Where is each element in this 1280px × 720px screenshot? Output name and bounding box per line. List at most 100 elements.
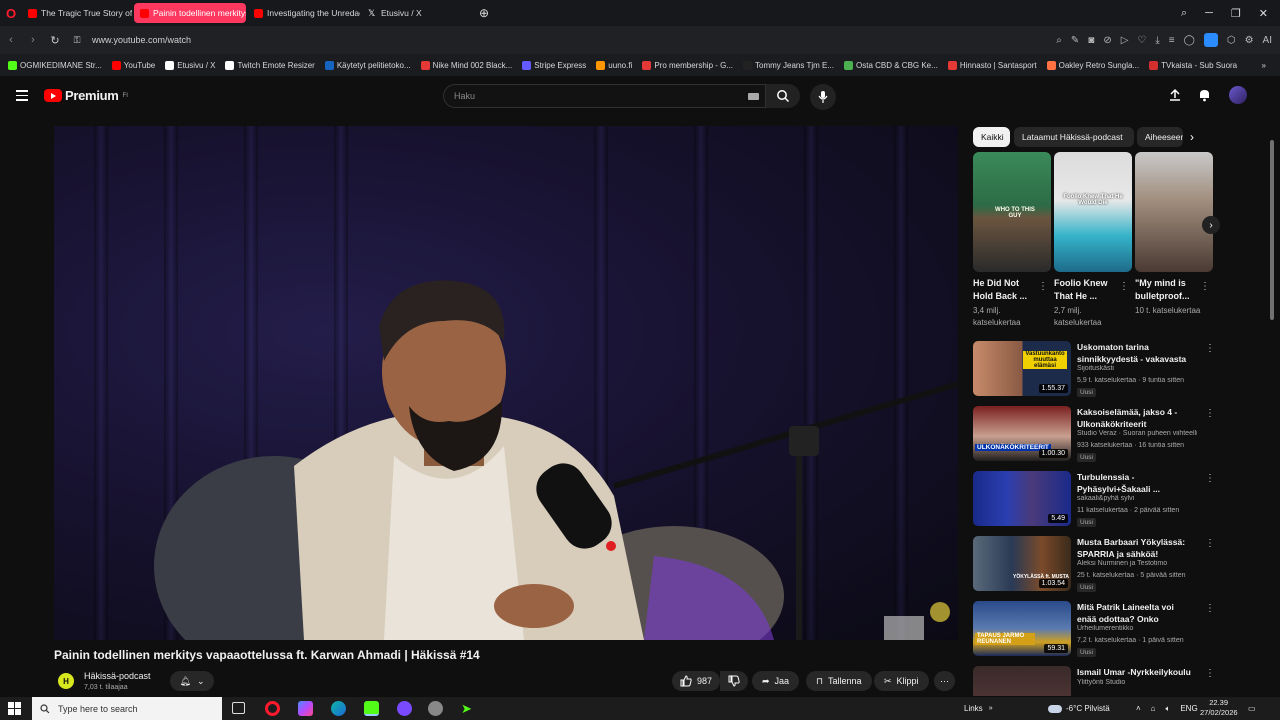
extension-icon[interactable] — [1203, 33, 1218, 47]
opera-logo-icon[interactable]: O — [0, 0, 22, 26]
video-thumbnail[interactable] — [973, 666, 1071, 696]
bookmark-item[interactable]: Käytetyt pelitietoko... — [324, 60, 411, 70]
more-vertical-icon[interactable]: ⋮ — [1205, 343, 1215, 354]
app-taskbar-icon[interactable] — [298, 701, 313, 716]
list-item[interactable]: YÖKYLÄSSÄ ft. MUSTA 1.03.54 Musta Barbaa… — [973, 536, 1215, 594]
voice-search-button[interactable] — [810, 84, 836, 110]
video-player[interactable] — [54, 126, 958, 640]
more-vertical-icon[interactable]: ⋮ — [1038, 281, 1048, 292]
settings-icon[interactable]: ⚙ — [1245, 35, 1254, 46]
video-thumbnail[interactable]: YÖKYLÄSSÄ ft. MUSTA 1.03.54 — [973, 536, 1071, 591]
video-thumbnail[interactable]: Vastuunkanto muuttaa elämäsi 1.55.37 — [973, 341, 1071, 396]
video-title[interactable]: Turbulenssia - Pyhäsylvi+Šakaali ... — [1077, 471, 1193, 495]
close-icon[interactable]: ✕ — [1259, 7, 1268, 20]
url-field[interactable]: www.youtube.com/watch — [92, 35, 191, 45]
back-icon[interactable]: ‹ — [0, 34, 22, 46]
more-vertical-icon[interactable]: ⋮ — [1205, 473, 1215, 484]
search-input[interactable]: Haku — [443, 84, 766, 108]
subscribed-notifications-button[interactable]: 🔔︎ ⌄ — [170, 671, 214, 691]
browser-tab[interactable]: Investigating the Unredact — [248, 3, 360, 23]
send-icon[interactable]: ▷ — [1121, 35, 1129, 46]
channel-name[interactable]: Aleksi Nurminen ja Testotimo — [1077, 560, 1197, 567]
video-thumbnail[interactable]: ULKONÄKÖKRITEERIT 1.00.30 — [973, 406, 1071, 461]
browser-tab[interactable]: 𝕏 Etusivu / X — [362, 3, 472, 23]
edge-taskbar-icon[interactable] — [331, 701, 346, 716]
bookmark-item[interactable]: uuno.fi — [596, 60, 632, 70]
channel-name[interactable]: sakaali&pyhä sylvi — [1077, 495, 1197, 502]
forward-icon[interactable]: › — [22, 34, 44, 46]
new-tab-button[interactable]: ⊕ — [474, 6, 494, 20]
video-title[interactable]: Uskomaton tarina sinnikkyydestä - vakava… — [1077, 341, 1193, 365]
like-button[interactable]: 987 — [672, 671, 721, 691]
chip-channel[interactable]: Lataamut Häkissä-podcast — [1014, 127, 1134, 147]
menu-hamburger-icon[interactable] — [16, 90, 28, 102]
list-item[interactable]: Vastuunkanto muuttaa elämäsi 1.55.37 Usk… — [973, 341, 1215, 399]
browser-tab-active[interactable]: Painin todellinen merkitys — [134, 3, 246, 23]
taskbar-search-input[interactable]: Type here to search — [32, 697, 222, 720]
network-icon[interactable]: ⌂ — [1151, 704, 1156, 713]
bookmark-item[interactable]: Nike Mind 002 Black... — [420, 60, 512, 70]
channel-name[interactable]: Urheilumerentikko — [1077, 625, 1197, 632]
video-title[interactable]: Musta Barbaari Yökylässä: SPARRIA ja säh… — [1077, 536, 1193, 560]
links-toolbar[interactable]: Links » — [964, 697, 993, 720]
minimize-icon[interactable]: ─ — [1205, 7, 1213, 19]
menu-icon[interactable]: ≡ — [1169, 35, 1175, 46]
clock[interactable]: 22.39 27/02/2026 — [1200, 698, 1238, 718]
chip-related[interactable]: Aiheeseen — [1137, 127, 1183, 147]
windows-start-icon[interactable] — [8, 702, 21, 715]
bookmark-item[interactable]: Tommy Jeans Tjm E... — [743, 60, 834, 70]
video-thumbnail[interactable]: TAPAUS JARMO REUNANEN 59.31 — [973, 601, 1071, 656]
kick-taskbar-icon[interactable] — [364, 701, 379, 716]
notification-center-icon[interactable]: ▭ — [1248, 697, 1256, 720]
reload-icon[interactable]: ↻ — [44, 34, 66, 47]
bookmark-item[interactable]: Osta CBD & CBG Ke... — [844, 60, 938, 70]
bookmark-item[interactable]: Oakley Retro Sungla... — [1046, 60, 1139, 70]
youtube-logo[interactable]: Premium FI — [44, 88, 128, 103]
notifications-bell-icon[interactable] — [1198, 88, 1211, 107]
short-title[interactable]: "My mind is bulletproof... — [1135, 277, 1201, 303]
video-title[interactable]: Ismail Umar -Nyrkkeilykoulu — [1077, 666, 1193, 678]
video-title[interactable]: Mitä Patrik Laineelta voi enää odottaa? … — [1077, 601, 1193, 625]
channel-name[interactable]: Sijoituskästi — [1077, 365, 1197, 372]
channel-name[interactable]: Ylittyönti Studio — [1077, 679, 1197, 686]
share-button[interactable]: ➦ Jaa — [752, 671, 800, 691]
bookmark-item[interactable]: Pro membership - G... — [642, 60, 733, 70]
weather-widget[interactable]: -6°C Pilvistä — [1048, 697, 1110, 720]
list-item[interactable]: 5.49 Turbulenssia - Pyhäsylvi+Šakaali ..… — [973, 471, 1215, 529]
list-item[interactable]: ULKONÄKÖKRITEERIT 1.00.30 Kaksoiselämää,… — [973, 406, 1215, 464]
bookmark-item[interactable]: Etusivu / X — [165, 60, 215, 70]
short-thumbnail[interactable]: Foolio Knew That He Would Die — [1054, 152, 1132, 272]
app-taskbar-icon[interactable] — [428, 701, 443, 716]
more-vertical-icon[interactable]: ⋮ — [1205, 538, 1215, 549]
avatar[interactable] — [1229, 86, 1247, 104]
search-button[interactable] — [766, 84, 800, 108]
more-vertical-icon[interactable]: ⋮ — [1205, 408, 1215, 419]
upload-icon[interactable] — [1168, 88, 1182, 107]
bookmark-item[interactable]: YouTube — [111, 60, 155, 70]
volume-icon[interactable]: 🔈︎ — [1166, 704, 1171, 714]
bookmark-item[interactable]: TVkaista - Sub Suora — [1149, 60, 1237, 70]
discord-taskbar-icon[interactable] — [397, 701, 412, 716]
list-item[interactable]: TAPAUS JARMO REUNANEN 59.31 Mitä Patrik … — [973, 601, 1215, 659]
shorts-next-icon[interactable]: › — [1202, 216, 1220, 234]
arrow-taskbar-icon[interactable]: ➤ — [461, 701, 476, 716]
browser-tab[interactable]: The Tragic True Story of Ju — [22, 3, 132, 23]
task-view-icon[interactable] — [232, 702, 245, 714]
save-button[interactable]: ⊓ Tallenna — [806, 671, 872, 691]
video-thumbnail[interactable]: 5.49 — [973, 471, 1071, 526]
channel-avatar[interactable]: H — [56, 671, 76, 691]
short-title[interactable]: He Did Not Hold Back ... — [973, 277, 1039, 303]
chevron-up-icon[interactable]: ˄ — [1136, 704, 1141, 713]
more-vertical-icon[interactable]: ⋮ — [1205, 668, 1213, 679]
more-vertical-icon[interactable]: ⋮ — [1200, 281, 1210, 292]
bookmark-item[interactable]: Hinnasto | Santasport — [947, 60, 1037, 70]
cube-icon[interactable]: ⬡ — [1227, 35, 1236, 46]
more-actions-button[interactable]: ⋯ — [934, 671, 955, 691]
dislike-button[interactable] — [720, 671, 748, 691]
clip-button[interactable]: ✂ Klippi — [874, 671, 929, 691]
chip-all[interactable]: Kaikki — [973, 127, 1010, 147]
zoom-icon[interactable]: ⌕ — [1056, 35, 1062, 46]
chevron-right-icon[interactable]: › — [1190, 130, 1194, 144]
more-vertical-icon[interactable]: ⋮ — [1119, 281, 1129, 292]
bookmark-item[interactable]: OGMIKEDIMANE Str... — [8, 60, 102, 70]
